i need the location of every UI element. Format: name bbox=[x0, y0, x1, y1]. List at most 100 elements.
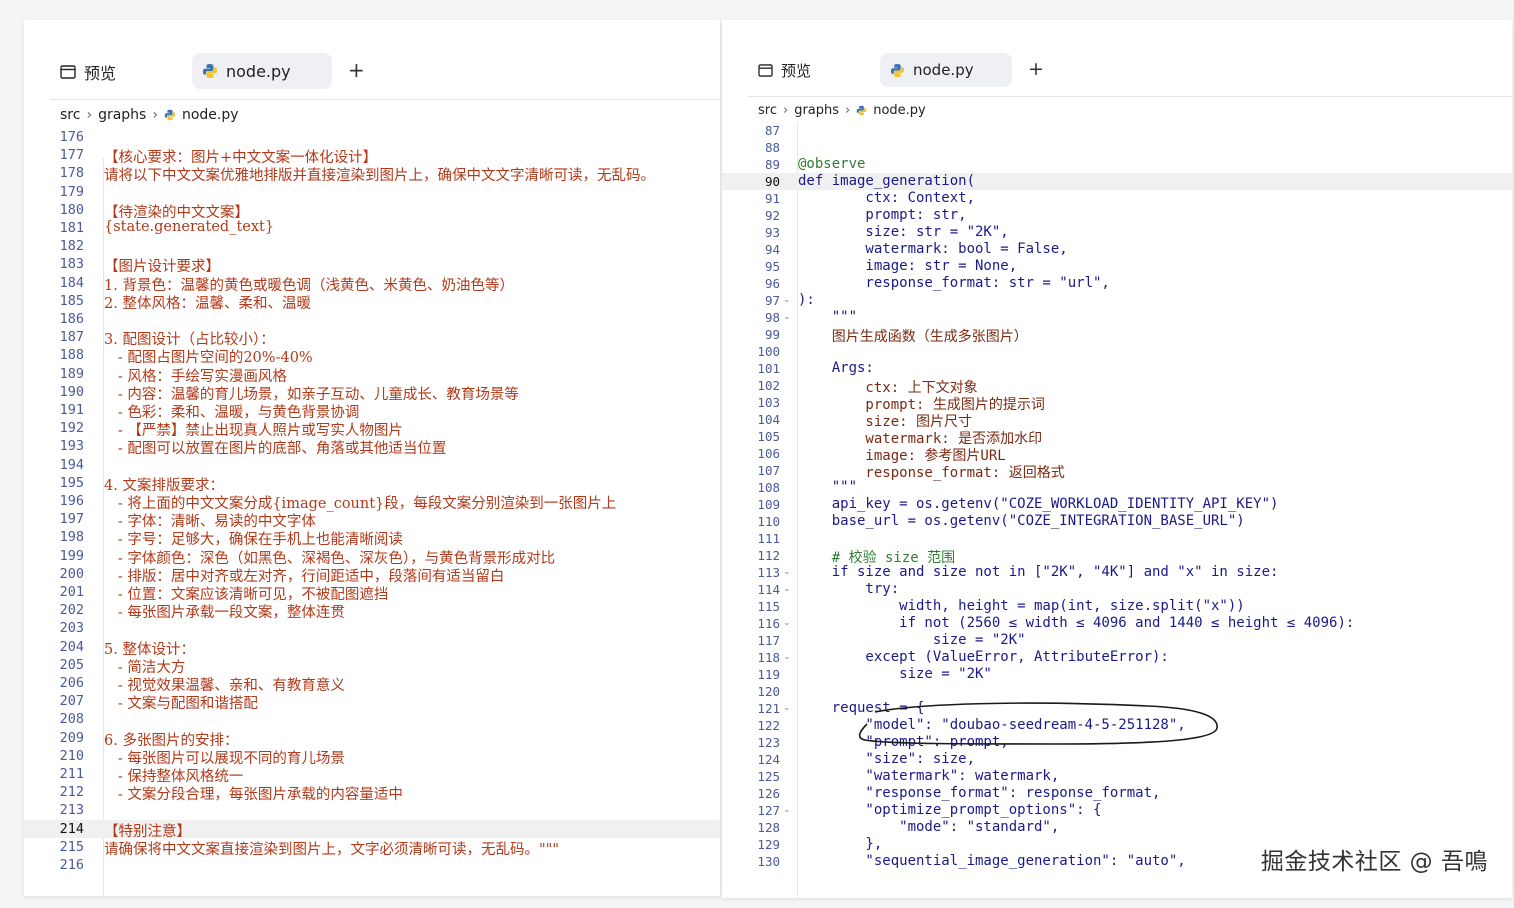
fold-chevron-icon[interactable]: ⌄ bbox=[783, 805, 791, 815]
code-line[interactable]: 186 bbox=[24, 310, 720, 328]
code-line[interactable]: 213 bbox=[24, 801, 720, 819]
fold-chevron-icon[interactable]: ⌄ bbox=[783, 584, 791, 594]
code-line[interactable]: 199 - 字体颜色：深色（如黑色、深褐色、深灰色），与黄色背景形成对比 bbox=[24, 547, 720, 567]
code-line[interactable]: 89 @observe bbox=[722, 156, 1512, 173]
code-line[interactable]: 182 bbox=[24, 237, 720, 255]
code-line[interactable]: 119 size = "2K" bbox=[722, 666, 1512, 683]
code-line[interactable]: 192 - 【严禁】禁止出现真人照片或写实人物图片 bbox=[24, 419, 720, 439]
code-line[interactable]: 185 2. 整体风格：温馨、柔和、温暖 bbox=[24, 292, 720, 312]
code-line[interactable]: 102 ctx: 上下文对象 bbox=[722, 377, 1512, 396]
code-line[interactable]: 104 size: 图片尺寸 bbox=[722, 411, 1512, 430]
code-line[interactable]: 208 bbox=[24, 710, 720, 728]
fold-chevron-icon[interactable]: ⌄ bbox=[783, 618, 791, 628]
code-line[interactable]: 179 bbox=[24, 183, 720, 201]
crumb-graphs[interactable]: graphs bbox=[98, 107, 146, 123]
code-line[interactable]: 126 "response_format": response_format, bbox=[722, 785, 1512, 802]
code-line[interactable]: 128 "mode": "standard", bbox=[722, 819, 1512, 836]
code-line[interactable]: 180 【待渲染的中文文案】 bbox=[24, 201, 720, 221]
code-line[interactable]: 184 1. 背景色：温馨的黄色或暖色调（浅黄色、米黄色、奶油色等） bbox=[24, 274, 720, 294]
left-tab-preview[interactable]: 预览 bbox=[60, 60, 116, 84]
right-tab-node-py[interactable]: node.py bbox=[880, 53, 1012, 87]
code-line[interactable]: 197 - 字体：清晰、易读的中文字体 bbox=[24, 510, 720, 530]
code-line[interactable]: 99 图片生成函数（生成多张图片） bbox=[722, 326, 1512, 345]
code-line[interactable]: 203 bbox=[24, 619, 720, 637]
code-line[interactable]: 87 bbox=[722, 122, 1512, 139]
right-new-tab-button[interactable]: + bbox=[1028, 58, 1044, 80]
code-line[interactable]: 116 ⌄ if not (2560 ≤ width ≤ 4096 and 144… bbox=[722, 615, 1512, 632]
code-line[interactable]: 196 - 将上面的中文文案分成{image_count}段，每段文案分别渲染到… bbox=[24, 492, 720, 512]
right-code-area[interactable]: 87 88 89 @observe 90 def image_generation(91 … bbox=[722, 122, 1512, 898]
code-line[interactable]: 214 【特别注意】 bbox=[24, 819, 720, 840]
code-line[interactable]: 183 【图片设计要求】 bbox=[24, 255, 720, 275]
code-line[interactable]: 187 3. 配图设计（占比较小）： bbox=[24, 328, 720, 348]
code-line[interactable]: 105 watermark: 是否添加水印 bbox=[722, 428, 1512, 447]
code-line[interactable]: 101 Args: bbox=[722, 360, 1512, 377]
code-line[interactable]: 127 ⌄ "optimize_prompt_options": { bbox=[722, 802, 1512, 819]
crumb-src[interactable]: src bbox=[758, 103, 777, 118]
left-code-area[interactable]: 176 177 【核心要求：图片+中文文案一体化设计】 178 请将以下中文文案优雅地排… bbox=[24, 128, 720, 896]
code-line[interactable]: 209 6. 多张图片的安排： bbox=[24, 729, 720, 749]
code-line[interactable]: 107 response_format: 返回格式 bbox=[722, 462, 1512, 481]
crumb-file[interactable]: node.py bbox=[182, 107, 239, 123]
fold-chevron-icon[interactable]: ⌄ bbox=[783, 703, 791, 713]
code-line[interactable]: 125 "watermark": watermark, bbox=[722, 768, 1512, 785]
code-line[interactable]: 106 image: 参考图片URL bbox=[722, 445, 1512, 464]
right-tab-preview[interactable]: 预览 bbox=[758, 60, 811, 81]
code-line[interactable]: 103 prompt: 生成图片的提示词 bbox=[722, 394, 1512, 413]
code-line[interactable]: 194 bbox=[24, 456, 720, 474]
code-line[interactable]: 215 请确保将中文文案直接渲染到图片上，文字必须清晰可读，无乱码。""" bbox=[24, 838, 720, 858]
code-line[interactable]: 200 - 排版：居中对齐或左对齐，行间距适中，段落间有适当留白 bbox=[24, 565, 720, 585]
code-line[interactable]: 122 "model": "doubao-seedream-4-5-251128… bbox=[722, 717, 1512, 734]
code-line[interactable]: 95 image: str = None, bbox=[722, 258, 1512, 275]
code-line[interactable]: 188 - 配图占图片空间的20%-40% bbox=[24, 346, 720, 366]
code-line[interactable]: 92 prompt: str, bbox=[722, 207, 1512, 224]
left-new-tab-button[interactable]: + bbox=[348, 58, 365, 82]
code-line[interactable]: 118 ⌄ except (ValueError, AttributeError)… bbox=[722, 649, 1512, 666]
code-line[interactable]: 207 - 文案与配图和谐搭配 bbox=[24, 692, 720, 712]
code-line[interactable]: 111 bbox=[722, 530, 1512, 547]
code-line[interactable]: 112 # 校验 size 范围 bbox=[722, 547, 1512, 566]
code-line[interactable]: 195 4. 文案排版要求： bbox=[24, 474, 720, 494]
crumb-src[interactable]: src bbox=[60, 107, 80, 123]
code-line[interactable]: 198 - 字号：足够大，确保在手机上也能清晰阅读 bbox=[24, 528, 720, 548]
fold-chevron-icon[interactable]: ⌄ bbox=[783, 567, 791, 577]
code-line[interactable]: 216 bbox=[24, 856, 720, 874]
code-line[interactable]: 90 def image_generation( bbox=[722, 173, 1512, 190]
fold-chevron-icon[interactable]: ⌄ bbox=[783, 295, 791, 305]
code-line[interactable]: 206 - 视觉效果温馨、亲和、有教育意义 bbox=[24, 674, 720, 694]
code-line[interactable]: 181 {state.generated_text} bbox=[24, 219, 720, 237]
code-line[interactable]: 201 - 位置：文案应该清晰可见，不被配图遮挡 bbox=[24, 583, 720, 603]
code-line[interactable]: 211 - 保持整体风格统一 bbox=[24, 765, 720, 785]
code-line[interactable]: 115 width, height = map(int, size.split(… bbox=[722, 598, 1512, 615]
code-line[interactable]: 88 bbox=[722, 139, 1512, 156]
code-line[interactable]: 210 - 每张图片可以展现不同的育儿场景 bbox=[24, 747, 720, 767]
fold-chevron-icon[interactable]: ⌄ bbox=[783, 312, 791, 322]
code-line[interactable]: 94 watermark: bool = False, bbox=[722, 241, 1512, 258]
code-line[interactable]: 202 - 每张图片承载一段文案，整体连贯 bbox=[24, 601, 720, 621]
code-line[interactable]: 98 ⌄ """ bbox=[722, 309, 1512, 326]
code-line[interactable]: 110 base_url = os.getenv("COZE_INTEGRATI… bbox=[722, 513, 1512, 530]
code-line[interactable]: 100 bbox=[722, 343, 1512, 360]
code-line[interactable]: 97 ⌄): bbox=[722, 292, 1512, 309]
code-line[interactable]: 113 ⌄ if size and size not in ["2K", "4K"… bbox=[722, 564, 1512, 581]
code-line[interactable]: 108 """ bbox=[722, 479, 1512, 496]
code-line[interactable]: 177 【核心要求：图片+中文文案一体化设计】 bbox=[24, 146, 720, 166]
code-line[interactable]: 121 ⌄ request = { bbox=[722, 700, 1512, 717]
code-line[interactable]: 191 - 色彩：柔和、温暖，与黄色背景协调 bbox=[24, 401, 720, 421]
fold-chevron-icon[interactable]: ⌄ bbox=[783, 652, 791, 662]
code-line[interactable]: 124 "size": size, bbox=[722, 751, 1512, 768]
code-line[interactable]: 193 - 配图可以放置在图片的底部、角落或其他适当位置 bbox=[24, 437, 720, 457]
crumb-file[interactable]: node.py bbox=[873, 103, 926, 118]
code-line[interactable]: 178 请将以下中文文案优雅地排版并直接渲染到图片上，确保中文文字清晰可读，无乱码… bbox=[24, 164, 720, 184]
code-line[interactable]: 212 - 文案分段合理，每张图片承载的内容量适中 bbox=[24, 783, 720, 803]
code-line[interactable]: 123 "prompt": prompt, bbox=[722, 734, 1512, 751]
code-line[interactable]: 96 response_format: str = "url", bbox=[722, 275, 1512, 292]
code-line[interactable]: 109 api_key = os.getenv("COZE_WORKLOAD_I… bbox=[722, 496, 1512, 513]
code-line[interactable]: 204 5. 整体设计： bbox=[24, 638, 720, 658]
code-line[interactable]: 205 - 简洁大方 bbox=[24, 656, 720, 676]
code-line[interactable]: 190 - 内容：温馨的育儿场景，如亲子互动、儿童成长、教育场景等 bbox=[24, 383, 720, 403]
code-line[interactable]: 189 - 风格：手绘写实漫画风格 bbox=[24, 365, 720, 385]
left-tab-node-py[interactable]: node.py bbox=[192, 53, 332, 89]
code-line[interactable]: 176 bbox=[24, 128, 720, 146]
code-line[interactable]: 91 ctx: Context, bbox=[722, 190, 1512, 207]
